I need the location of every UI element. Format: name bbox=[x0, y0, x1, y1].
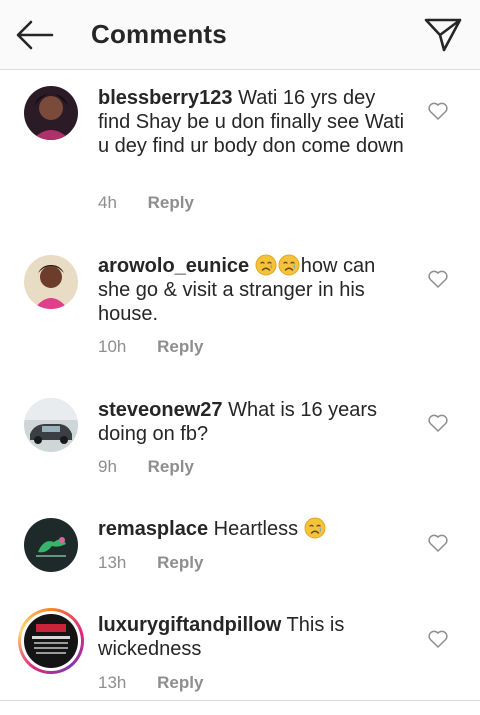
comment-body: Heartless bbox=[213, 518, 299, 540]
heart-icon[interactable] bbox=[427, 629, 449, 649]
comment-time: 4h bbox=[98, 193, 117, 212]
share-button[interactable] bbox=[422, 14, 464, 54]
heart-icon[interactable] bbox=[427, 533, 449, 553]
heart-icon[interactable] bbox=[427, 101, 449, 121]
header-bar: Comments bbox=[0, 0, 480, 70]
back-button[interactable] bbox=[14, 17, 56, 53]
comment-time: 9h bbox=[98, 457, 117, 476]
page-title: Comments bbox=[91, 19, 227, 49]
avatar[interactable] bbox=[24, 518, 78, 572]
comment-meta: 9h Reply bbox=[98, 456, 194, 478]
comment-time: 10h bbox=[98, 337, 127, 356]
comment-time: 13h bbox=[98, 553, 127, 572]
comment-meta: 13h Reply bbox=[98, 672, 203, 694]
crying-face-icon bbox=[278, 254, 300, 276]
crying-face-icon bbox=[255, 254, 277, 276]
reply-button[interactable]: Reply bbox=[157, 672, 203, 694]
comment-username[interactable]: steveonew27 bbox=[98, 399, 223, 421]
crying-face-icon bbox=[304, 517, 326, 539]
comment-text: steveonew27 What is 16 years doing on fb… bbox=[98, 398, 408, 446]
avatar[interactable] bbox=[24, 255, 78, 309]
comment-meta: 4h Reply bbox=[98, 192, 194, 214]
reply-button[interactable]: Reply bbox=[157, 336, 203, 358]
comment-text: arowolo_eunice how can she go & visit a … bbox=[98, 254, 408, 326]
comment-username[interactable]: remasplace bbox=[98, 518, 208, 540]
comment-text: remasplace Heartless bbox=[98, 517, 408, 541]
heart-icon[interactable] bbox=[427, 269, 449, 289]
comment-username[interactable]: blessberry123 bbox=[98, 87, 233, 109]
comment-meta: 13h Reply bbox=[98, 552, 203, 574]
reply-button[interactable]: Reply bbox=[148, 192, 194, 214]
avatar[interactable] bbox=[24, 86, 78, 140]
reply-button[interactable]: Reply bbox=[157, 552, 203, 574]
comment-username[interactable]: luxurygiftandpillow bbox=[98, 614, 281, 636]
avatar[interactable] bbox=[24, 398, 78, 452]
heart-icon[interactable] bbox=[427, 413, 449, 433]
reply-button[interactable]: Reply bbox=[148, 456, 194, 478]
divider bbox=[0, 700, 480, 701]
arrow-left-icon bbox=[16, 20, 54, 50]
paper-plane-icon bbox=[424, 18, 462, 52]
comment-time: 13h bbox=[98, 673, 127, 692]
comment-text: luxurygiftandpillow This is wickedness bbox=[98, 613, 408, 661]
comment-meta: 10h Reply bbox=[98, 336, 203, 358]
comment-text: blessberry123 Wati 16 yrs dey find Shay … bbox=[98, 86, 408, 158]
comment-username[interactable]: arowolo_eunice bbox=[98, 255, 249, 277]
avatar-with-story-ring[interactable] bbox=[18, 608, 84, 674]
